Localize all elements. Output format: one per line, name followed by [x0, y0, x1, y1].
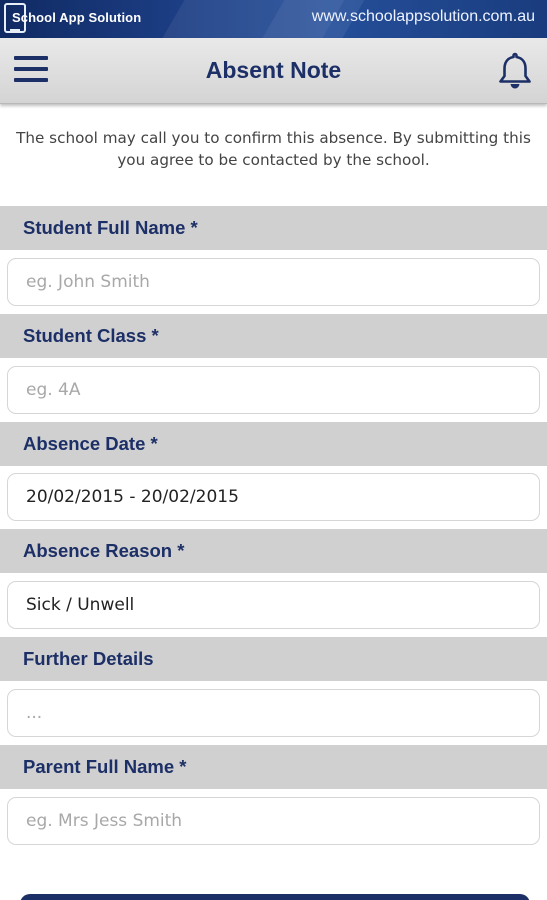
submit-button[interactable]	[20, 894, 530, 900]
section-parent-name: Parent Full Name *	[0, 745, 547, 789]
intro-text: The school may call you to confirm this …	[16, 129, 531, 169]
top-banner: School App Solution www.schoolappsolutio…	[0, 0, 547, 38]
student-class-label: Student Class *	[23, 325, 159, 346]
bell-icon[interactable]	[497, 51, 533, 91]
student-class-field[interactable]: eg. 4A	[7, 366, 540, 414]
section-student-name: Student Full Name *	[0, 206, 547, 250]
parent-name-field[interactable]: eg. Mrs Jess Smith	[7, 797, 540, 845]
banner-url: www.schoolappsolution.com.au	[311, 8, 535, 25]
banner-brand: School App Solution	[12, 10, 142, 25]
section-absence-reason: Absence Reason *	[0, 529, 547, 573]
absence-date-label: Absence Date *	[23, 433, 158, 454]
section-further-details: Further Details	[0, 637, 547, 681]
further-details-field[interactable]: ...	[7, 689, 540, 737]
absence-reason-label: Absence Reason *	[23, 540, 185, 561]
page-title: Absent Note	[205, 57, 342, 83]
absence-reason-field[interactable]: Sick / Unwell	[7, 581, 540, 629]
app-bar: Absent Note	[0, 38, 547, 104]
student-name-field[interactable]: eg. John Smith	[7, 258, 540, 306]
absence-date-field[interactable]: 20/02/2015 - 20/02/2015	[7, 473, 540, 521]
section-student-class: Student Class *	[0, 314, 547, 358]
student-name-label: Student Full Name *	[23, 217, 198, 238]
further-details-label: Further Details	[23, 648, 154, 669]
section-absence-date: Absence Date *	[0, 422, 547, 466]
parent-name-label: Parent Full Name *	[23, 756, 187, 777]
